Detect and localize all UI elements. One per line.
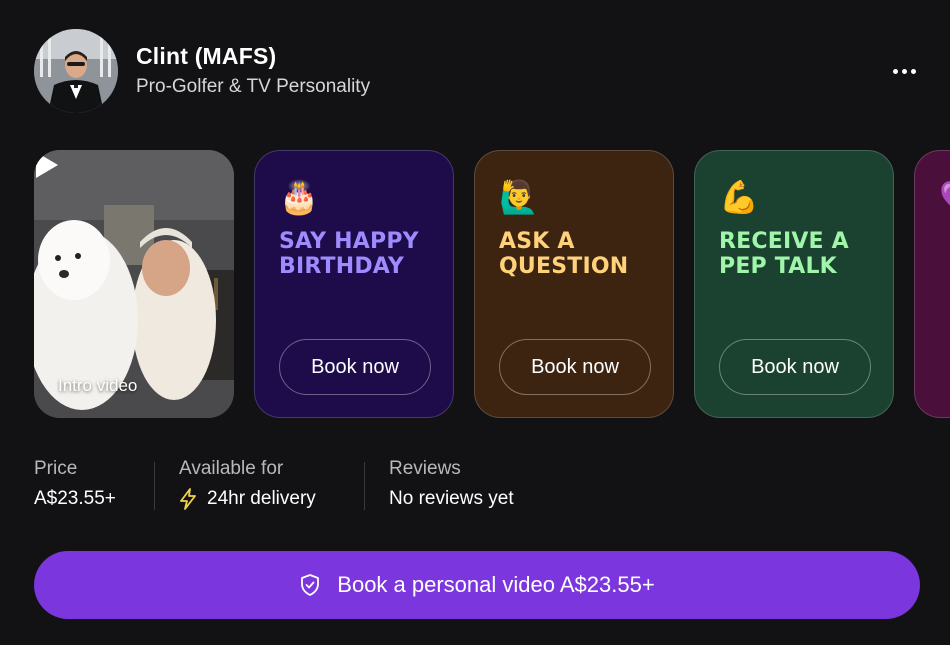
avatar-image: [34, 29, 118, 113]
creator-subtitle: Pro-Golfer & TV Personality: [136, 76, 371, 97]
reviews-stat[interactable]: Reviews No reviews yet: [389, 458, 514, 510]
service-card-pep-talk[interactable]: 💪 RECEIVE A PEP TALK Book now: [694, 150, 894, 418]
more-dot-icon: [901, 68, 907, 74]
service-title: SAY HAPPY BIRTHDAY: [279, 229, 419, 279]
service-card-birthday[interactable]: 🎂 SAY HAPPY BIRTHDAY Book now: [254, 150, 454, 418]
book-personal-video-button[interactable]: Book a personal video A$23.55+: [34, 551, 920, 619]
stat-divider: [154, 462, 155, 510]
flexed-biceps-icon: 💪: [719, 178, 759, 216]
service-card-partial[interactable]: 💜: [914, 150, 950, 418]
stat-divider: [364, 462, 365, 510]
more-options-button[interactable]: [886, 57, 922, 85]
price-stat: Price A$23.55+: [34, 458, 116, 510]
availability-value-row: 24hr delivery: [179, 488, 316, 510]
purple-heart-icon: 💜: [939, 179, 950, 215]
avatar[interactable]: [34, 29, 118, 113]
cta-label: Book a personal video A$23.55+: [337, 572, 655, 597]
more-dot-icon: [910, 68, 916, 74]
book-now-button[interactable]: Book now: [499, 339, 651, 395]
intro-video-label: Intro video: [58, 376, 138, 395]
price-label: Price: [34, 458, 78, 479]
availability-stat: Available for 24hr delivery: [179, 458, 316, 510]
price-value: A$23.55+: [34, 488, 116, 509]
intro-video-card[interactable]: Intro video: [34, 150, 234, 418]
service-title: ASK A QUESTION: [499, 229, 629, 279]
profile-header: Clint (MAFS) Pro-Golfer & TV Personality: [34, 29, 924, 115]
shield-check-icon: [301, 574, 320, 596]
raising-hand-icon: 🙋‍♂️: [499, 178, 539, 216]
service-card-question[interactable]: 🙋‍♂️ ASK A QUESTION Book now: [474, 150, 674, 418]
service-title: RECEIVE A PEP TALK: [719, 229, 849, 279]
book-now-button[interactable]: Book now: [279, 339, 431, 395]
service-carousel[interactable]: Intro video 🎂 SAY HAPPY BIRTHDAY Book no…: [34, 150, 950, 420]
book-now-button[interactable]: Book now: [719, 339, 871, 395]
availability-value: 24hr delivery: [207, 488, 316, 509]
lightning-bolt-icon: [180, 488, 196, 510]
reviews-label: Reviews: [389, 458, 461, 479]
reviews-value: No reviews yet: [389, 488, 514, 509]
play-icon[interactable]: [34, 150, 60, 180]
birthday-cake-icon: 🎂: [279, 178, 319, 216]
stats-row: Price A$23.55+ Available for 24hr delive…: [34, 458, 914, 514]
creator-name: Clint (MAFS): [136, 43, 277, 69]
availability-label: Available for: [179, 458, 284, 479]
more-dot-icon: [892, 68, 898, 74]
